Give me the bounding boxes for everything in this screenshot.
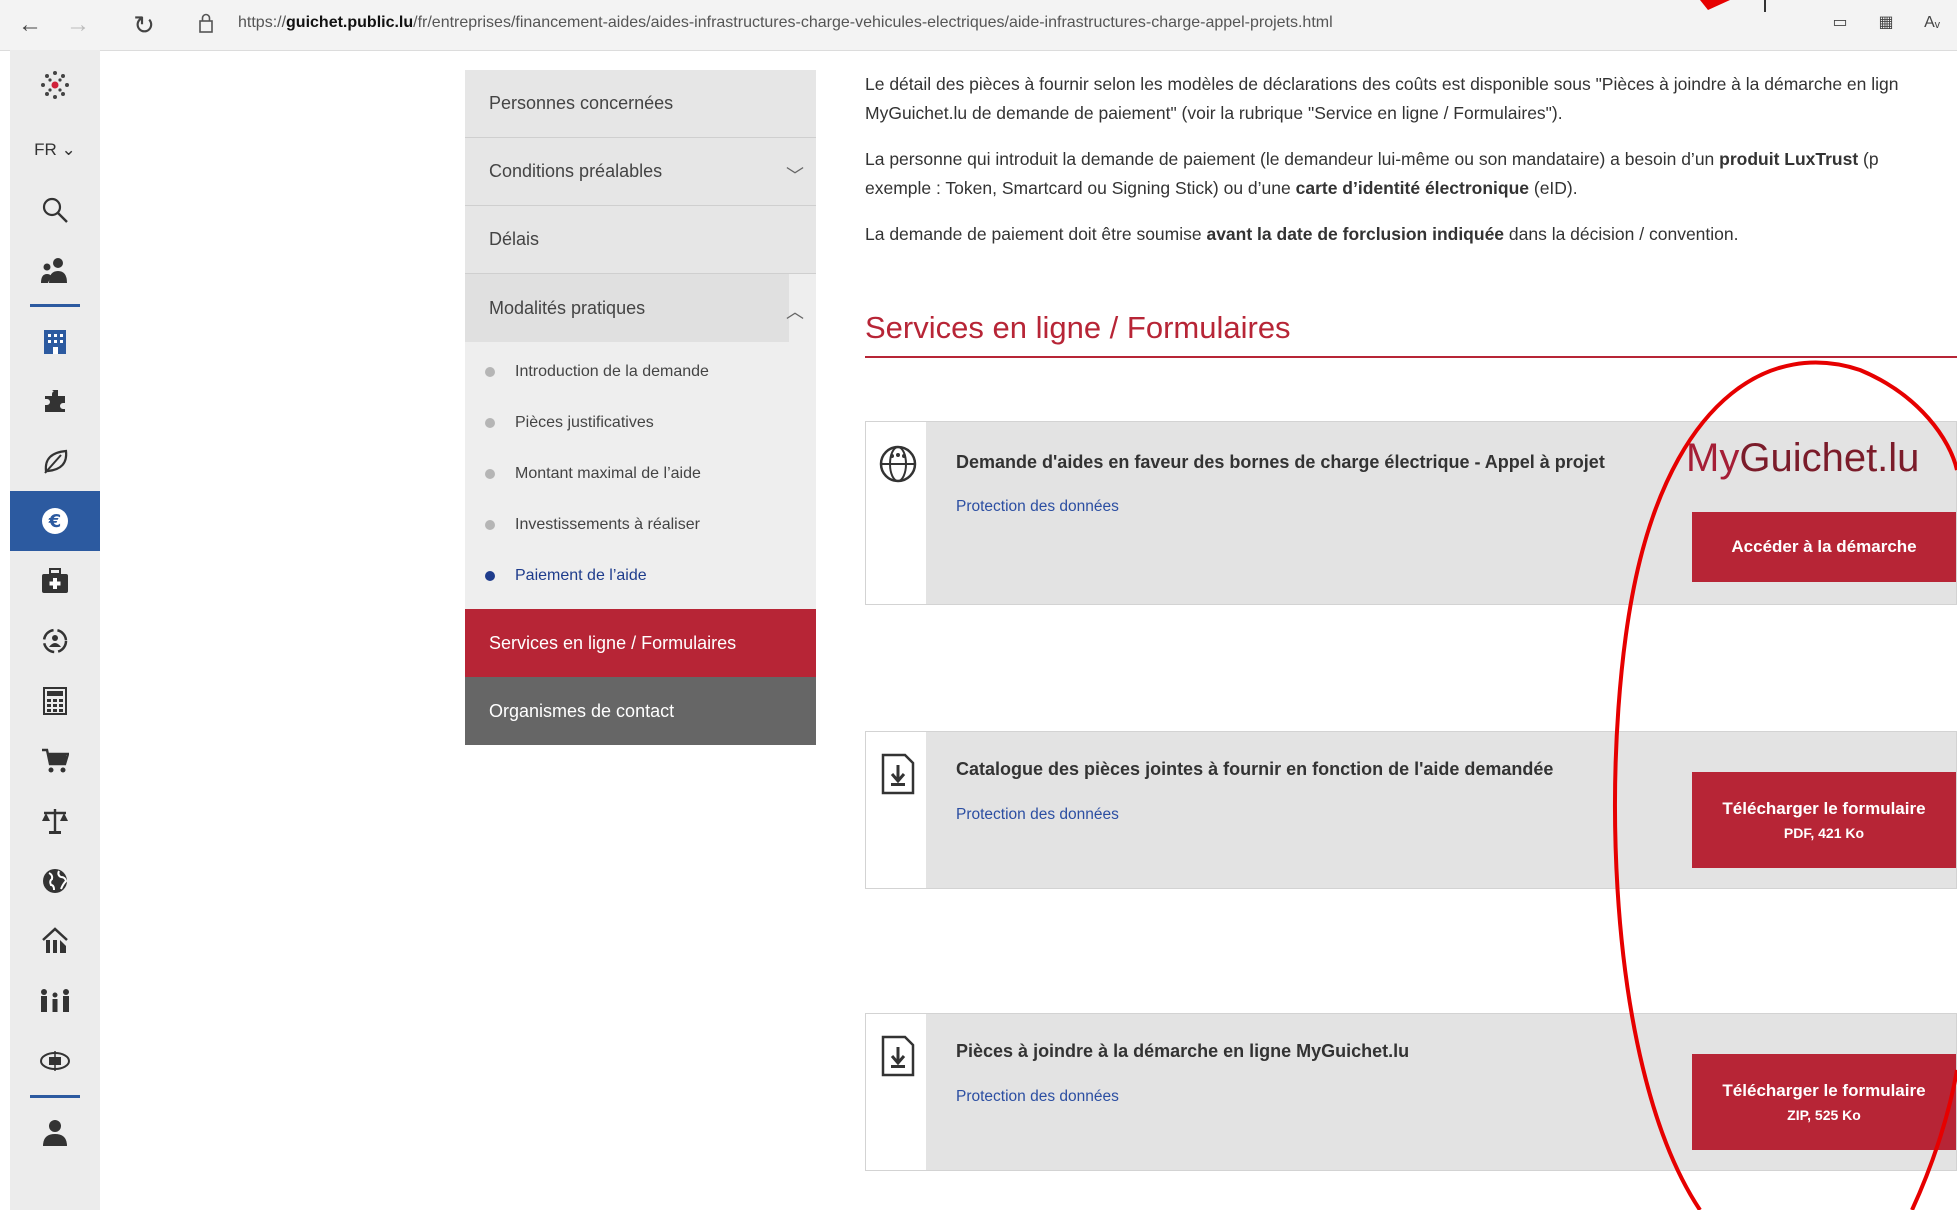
card-title: Pièces à joindre à la démarche en ligne … bbox=[956, 1041, 1410, 1061]
medical-kit-icon[interactable] bbox=[10, 551, 100, 611]
subnav-item-introduction[interactable]: Introduction de la demande bbox=[465, 346, 816, 397]
service-card-demande: Demande d'aides en faveur des bornes de … bbox=[865, 421, 1957, 605]
nav-delais[interactable]: Délais bbox=[465, 206, 816, 274]
myguichet-logo: MyGuichet.lu bbox=[1686, 436, 1920, 480]
family-icon[interactable] bbox=[10, 971, 100, 1031]
subnav-item-montant[interactable]: Montant maximal de l’aide bbox=[465, 448, 816, 499]
nav-services-en-ligne[interactable]: Services en ligne / Formulaires bbox=[465, 609, 816, 677]
nav-modalites-pratiques[interactable]: Modalités pratiques ︿ bbox=[465, 274, 816, 342]
road-sign-icon[interactable] bbox=[10, 1031, 100, 1091]
section-navigation: Personnes concernées Conditions préalabl… bbox=[465, 70, 816, 745]
reload-icon[interactable]: ↻ bbox=[128, 10, 160, 40]
read-aloud-icon[interactable]: Aᵥ bbox=[1921, 12, 1943, 34]
download-form-button[interactable]: Télécharger le formulaire ZIP, 525 Ko bbox=[1692, 1054, 1956, 1150]
download-document-icon bbox=[872, 1030, 924, 1082]
main-text: Le détail des pièces à fournir selon les… bbox=[865, 70, 1957, 266]
user-account-icon[interactable] bbox=[10, 1102, 100, 1162]
language-selector[interactable]: FR ⌄ bbox=[10, 120, 100, 180]
data-protection-link[interactable]: Protection des données bbox=[956, 1088, 1119, 1106]
data-protection-link[interactable]: Protection des données bbox=[956, 806, 1119, 824]
companies-icon[interactable] bbox=[10, 311, 100, 371]
housing-icon[interactable] bbox=[10, 911, 100, 971]
chevron-down-icon: ﹀ bbox=[786, 166, 804, 186]
search-icon[interactable] bbox=[10, 180, 100, 240]
svg-text:€: € bbox=[48, 511, 62, 532]
euro-icon[interactable]: € bbox=[10, 491, 100, 551]
lock-icon bbox=[199, 13, 213, 33]
calculator-icon[interactable] bbox=[10, 671, 100, 731]
paragraph-luxtrust: La personne qui introduit la demande de … bbox=[865, 149, 1879, 198]
globe-people-icon bbox=[872, 438, 924, 490]
service-card-catalogue: Catalogue des pièces jointes à fournir e… bbox=[865, 731, 1957, 889]
globe-icon[interactable] bbox=[10, 851, 100, 911]
subnav-item-investissements[interactable]: Investissements à réaliser bbox=[465, 499, 816, 550]
nav-personnes-concernees[interactable]: Personnes concernées bbox=[465, 70, 816, 138]
subnav-modalites: Introduction de la demande Pièces justif… bbox=[465, 342, 816, 609]
forward-arrow-icon[interactable]: → bbox=[62, 10, 94, 40]
section-title: Services en ligne / Formulaires bbox=[865, 310, 1957, 358]
data-protection-link[interactable]: Protection des données bbox=[956, 498, 1119, 516]
browser-toolbar: ← → ↻ https://guichet.public.lu/fr/entre… bbox=[0, 0, 1957, 51]
download-form-button[interactable]: Télécharger le formulaire PDF, 421 Ko bbox=[1692, 772, 1956, 868]
nav-organismes-contact[interactable]: Organismes de contact bbox=[465, 677, 816, 745]
card-title: Demande d'aides en faveur des bornes de … bbox=[956, 452, 1605, 472]
nav-conditions-prealables[interactable]: Conditions préalables ﹀ bbox=[465, 138, 816, 206]
icon-sidebar: FR ⌄ € bbox=[10, 50, 100, 1210]
leaf-icon[interactable] bbox=[10, 431, 100, 491]
card-title: Catalogue des pièces jointes à fournir e… bbox=[956, 759, 1554, 779]
site-logo-icon[interactable] bbox=[10, 50, 100, 120]
puzzle-icon[interactable] bbox=[10, 371, 100, 431]
justice-scale-icon[interactable] bbox=[10, 791, 100, 851]
subnav-item-pieces[interactable]: Pièces justificatives bbox=[465, 397, 816, 448]
citizens-icon[interactable] bbox=[10, 240, 100, 300]
service-card-pieces-myguichet: Pièces à joindre à la démarche en ligne … bbox=[865, 1013, 1957, 1171]
access-procedure-button[interactable]: Accéder à la démarche bbox=[1692, 512, 1956, 582]
subnav-item-paiement[interactable]: Paiement de l’aide bbox=[465, 550, 816, 601]
back-arrow-icon[interactable]: ← bbox=[14, 10, 46, 40]
recycle-people-icon[interactable] bbox=[10, 611, 100, 671]
chevron-up-icon: ︿ bbox=[786, 302, 804, 322]
qr-code-icon[interactable]: ▦ bbox=[1875, 12, 1897, 34]
address-bar[interactable]: https://guichet.public.lu/fr/entreprises… bbox=[238, 14, 1333, 32]
paragraph-pieces: Le détail des pièces à fournir selon les… bbox=[865, 74, 1899, 123]
reading-view-icon[interactable]: ▭ bbox=[1829, 12, 1851, 34]
paragraph-forclusion: La demande de paiement doit être soumise… bbox=[865, 224, 1739, 244]
download-document-icon bbox=[872, 748, 924, 800]
shopping-cart-icon[interactable] bbox=[10, 731, 100, 791]
